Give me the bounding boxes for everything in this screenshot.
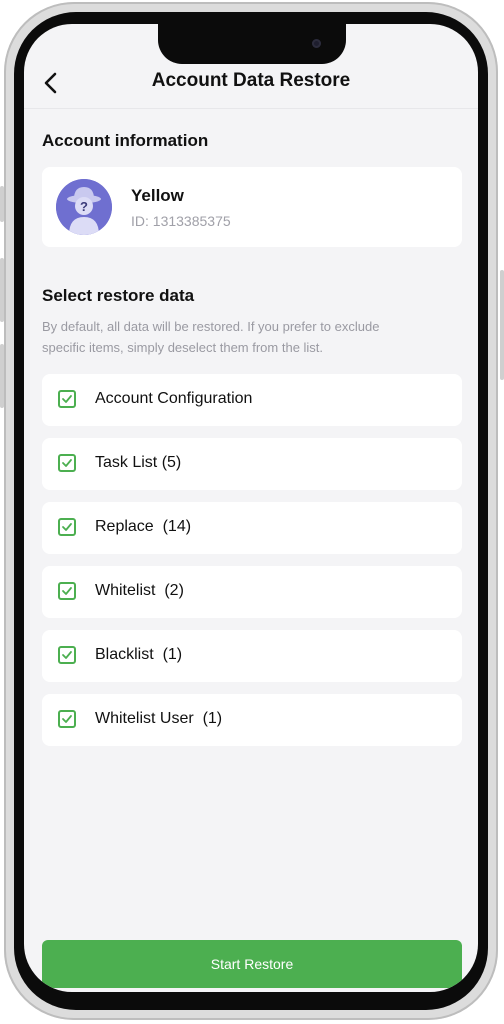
anonymous-user-icon: ? (56, 179, 112, 235)
restore-item-replace[interactable]: Replace (14) (42, 502, 462, 554)
app-header: Account Data Restore (24, 64, 478, 109)
volume-up-button (0, 186, 4, 222)
camera-icon (312, 39, 321, 48)
start-restore-button[interactable]: Start Restore (42, 940, 462, 988)
checkbox-checked-icon[interactable] (58, 390, 76, 408)
restore-item-task-list[interactable]: Task List (5) (42, 438, 462, 490)
restore-item-blacklist[interactable]: Blacklist (1) (42, 630, 462, 682)
user-name: Yellow (131, 186, 184, 205)
restore-hint: By default, all data will be restored. I… (42, 319, 380, 355)
silent-switch (0, 344, 4, 408)
restore-item-label: Account Configuration (95, 390, 253, 407)
account-section-title: Account information (42, 131, 209, 150)
user-id: ID: 1313385375 (131, 213, 231, 229)
checkbox-checked-icon[interactable] (58, 518, 76, 536)
power-button (500, 270, 504, 380)
restore-item-whitelist[interactable]: Whitelist (2) (42, 566, 462, 618)
app-screen: Account Data Restore Account information… (24, 24, 478, 992)
page-title: Account Data Restore (151, 70, 351, 91)
notch (158, 24, 346, 64)
volume-down-button (0, 258, 4, 322)
restore-item-label: Whitelist (2) (95, 582, 184, 599)
checkbox-checked-icon[interactable] (58, 454, 76, 472)
account-card: ? Yellow ID: 1313385375 (42, 167, 462, 247)
restore-item-label: Replace (14) (95, 518, 192, 535)
svg-text:?: ? (80, 199, 88, 214)
restore-item-whitelist-user[interactable]: Whitelist User (1) (42, 694, 462, 746)
checkbox-checked-icon[interactable] (58, 710, 76, 728)
restore-item-label: Task List (5) (95, 454, 182, 471)
restore-section-title: Select restore data (42, 286, 195, 305)
checkbox-checked-icon[interactable] (58, 646, 76, 664)
restore-item-account-configuration[interactable]: Account Configuration (42, 374, 462, 426)
restore-item-label: Blacklist (1) (95, 646, 183, 663)
checkbox-checked-icon[interactable] (58, 582, 76, 600)
restore-item-label: Whitelist User (1) (95, 710, 223, 727)
